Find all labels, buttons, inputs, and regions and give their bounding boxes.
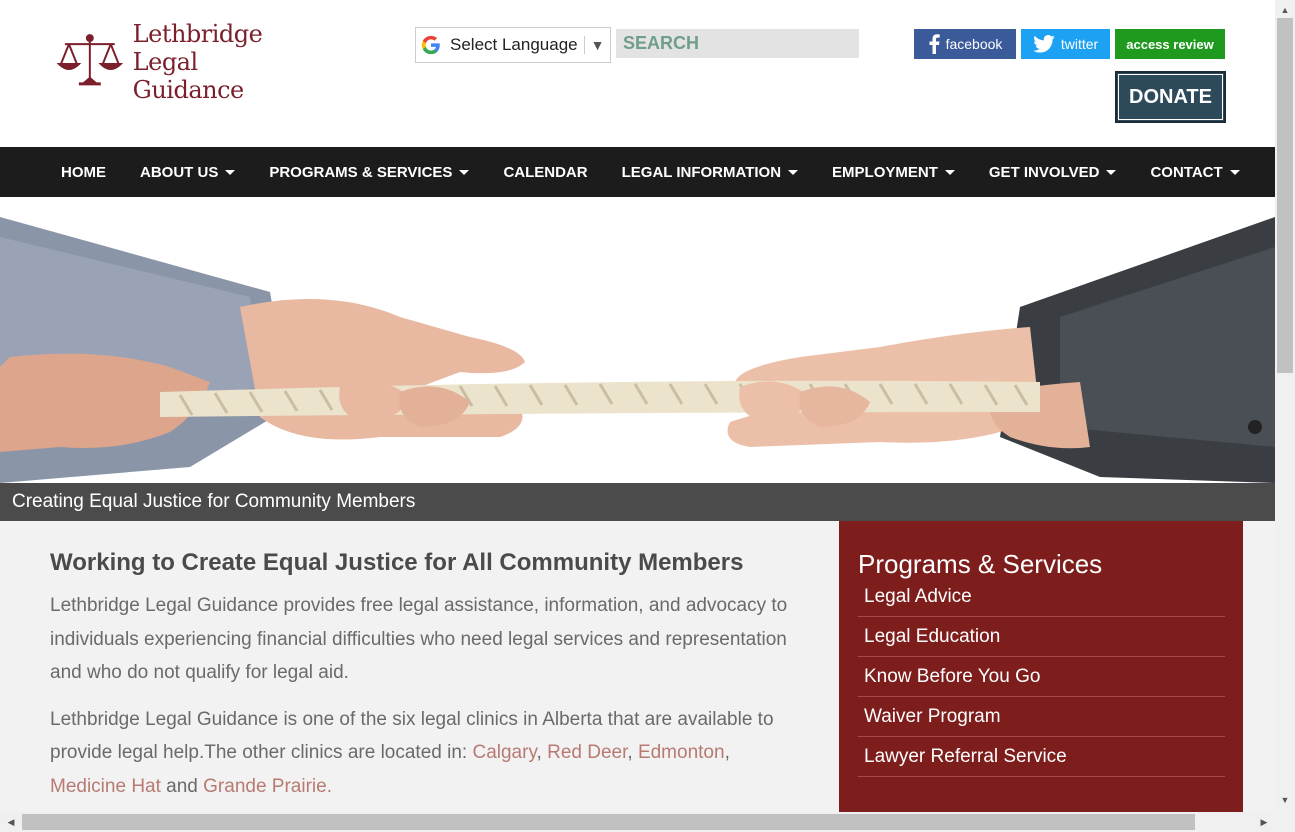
caret-down-icon xyxy=(788,169,799,175)
link-edmonton[interactable]: Edmonton xyxy=(638,742,725,763)
separator: , xyxy=(724,742,730,763)
nav-label: LEGAL INFORMATION xyxy=(621,163,782,181)
nav-label: ABOUT US xyxy=(140,163,219,181)
sidebar-item-know-before-you-go[interactable]: Know Before You Go xyxy=(858,657,1225,697)
sidebar-item-waiver-program[interactable]: Waiver Program xyxy=(858,697,1225,737)
nav-item-programs-services[interactable]: PROGRAMS & SERVICES xyxy=(252,164,486,181)
nav-label: CALENDAR xyxy=(503,163,588,181)
hero-caption: Creating Equal Justice for Community Mem… xyxy=(0,483,1275,521)
sidebar-item-legal-education[interactable]: Legal Education xyxy=(858,617,1225,657)
and-text: and xyxy=(160,775,204,797)
nav-item-legal-information[interactable]: LEGAL INFORMATION xyxy=(605,164,815,181)
nav-item-about-us[interactable]: ABOUT US xyxy=(123,164,252,181)
tug-of-war-illustration xyxy=(0,217,1275,483)
article-paragraph: Lethbridge Legal Guidance is one of the … xyxy=(50,703,810,804)
nav-label: HOME xyxy=(61,163,106,181)
site-header: Lethbridge Legal Guidance Select Languag… xyxy=(0,0,1275,147)
language-select-label: Select Language xyxy=(450,35,578,54)
hero-image xyxy=(0,197,1275,483)
horizontal-scrollbar-thumb[interactable] xyxy=(22,814,1195,830)
caret-down-icon xyxy=(1229,169,1240,175)
nav-label: CONTACT xyxy=(1150,163,1223,181)
nav-item-contact[interactable]: CONTACT xyxy=(1133,164,1256,181)
scroll-up-arrow-icon[interactable]: ▲ xyxy=(1277,2,1293,18)
sidebar-item-lawyer-referral-service[interactable]: Lawyer Referral Service xyxy=(858,737,1225,777)
twitter-label: twitter xyxy=(1060,36,1099,52)
scroll-left-arrow-icon[interactable]: ◀ xyxy=(3,814,19,830)
article-heading: Working to Create Equal Justice for All … xyxy=(50,549,744,576)
facebook-icon xyxy=(929,34,940,54)
caret-down-icon xyxy=(944,169,955,175)
access-review-button[interactable]: access review xyxy=(1115,29,1225,59)
donate-button[interactable]: DONATE xyxy=(1115,71,1226,123)
caret-down-icon xyxy=(1106,169,1117,175)
logo-wordmark: Lethbridge Legal Guidance xyxy=(133,20,315,104)
vertical-scrollbar-thumb[interactable] xyxy=(1277,18,1293,373)
nav-label: GET INVOLVED xyxy=(988,163,1100,181)
link-calgary[interactable]: Calgary xyxy=(472,742,536,763)
caret-down-icon xyxy=(225,169,236,175)
access-review-label: access review xyxy=(1126,36,1214,52)
link-red-deer[interactable]: Red Deer xyxy=(547,742,627,763)
logo-line-2: Legal Guidance xyxy=(132,48,245,104)
facebook-label: facebook xyxy=(945,36,1003,52)
nav-label: PROGRAMS & SERVICES xyxy=(269,163,453,181)
scroll-down-arrow-icon[interactable]: ▼ xyxy=(1277,792,1293,808)
nav-item-calendar[interactable]: CALENDAR xyxy=(486,164,604,181)
intro-article: Working to Create Equal Justice for All … xyxy=(50,549,810,816)
twitter-icon xyxy=(1033,35,1055,53)
nav-label: EMPLOYMENT xyxy=(832,163,938,181)
nav-item-get-involved[interactable]: GET INVOLVED xyxy=(972,164,1134,181)
separator: , xyxy=(536,742,548,763)
article-paragraph: Lethbridge Legal Guidance provides free … xyxy=(50,595,788,683)
link-grande-prairie[interactable]: Grande Prairie. xyxy=(203,776,332,797)
google-icon xyxy=(421,35,440,55)
caret-down-icon xyxy=(459,169,470,175)
link-medicine-hat[interactable]: Medicine Hat xyxy=(50,776,161,797)
nav-item-employment[interactable]: EMPLOYMENT xyxy=(815,164,972,181)
sidebar-item-legal-advice[interactable]: Legal Advice xyxy=(858,577,1225,617)
scroll-right-arrow-icon[interactable]: ▶ xyxy=(1256,814,1272,830)
facebook-button[interactable]: facebook xyxy=(914,29,1016,59)
sidebar-list: Legal Advice Legal Education Know Before… xyxy=(858,577,1225,777)
logo-line-1: Lethbridge xyxy=(132,20,263,48)
scales-of-justice-icon xyxy=(56,34,124,86)
search-input[interactable] xyxy=(616,29,859,58)
programs-services-sidebar: Programs & Services Legal Advice Legal E… xyxy=(839,521,1243,812)
divider xyxy=(583,36,585,54)
nav-item-home[interactable]: HOME xyxy=(44,164,123,181)
language-select[interactable]: Select Language ▼ xyxy=(415,27,611,63)
sidebar-title: Programs & Services xyxy=(858,549,1103,579)
separator: , xyxy=(627,742,638,763)
dropdown-arrow-icon: ▼ xyxy=(590,37,605,53)
main-navigation: HOME ABOUT US PROGRAMS & SERVICES CALEND… xyxy=(0,147,1275,197)
site-logo[interactable]: Lethbridge Legal Guidance xyxy=(55,20,315,104)
twitter-button[interactable]: twitter xyxy=(1021,29,1110,59)
